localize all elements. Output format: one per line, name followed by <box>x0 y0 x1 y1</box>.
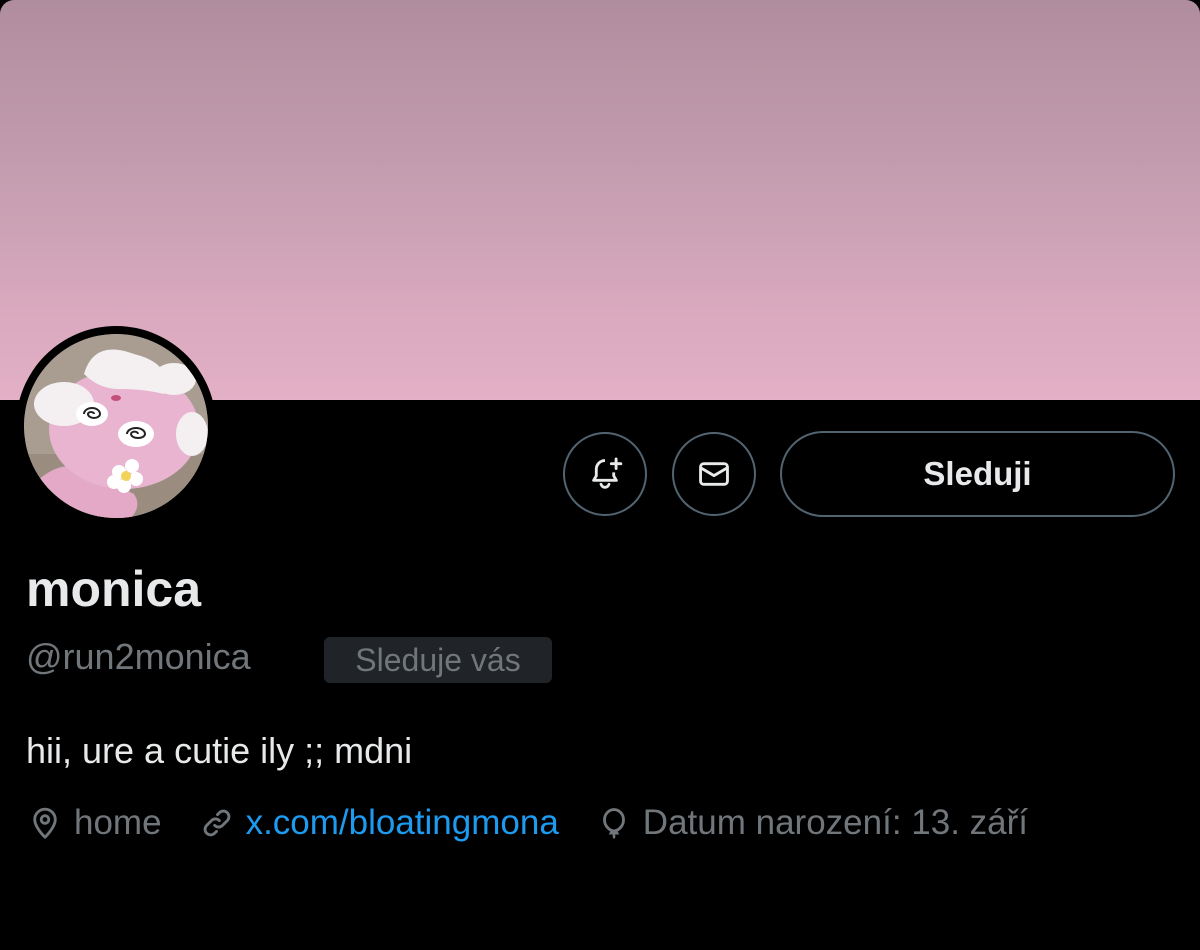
link-icon <box>203 809 230 837</box>
profile-bio: hii, ure a cutie ily ;; mdni <box>26 730 413 771</box>
message-button[interactable] <box>672 432 756 516</box>
birthday-text: Datum narození: 13. září <box>642 803 1028 842</box>
user-handle: @run2monica <box>26 636 251 677</box>
profile-meta: home x.com/bloatingmona Datum narození: … <box>26 800 1064 846</box>
envelope-icon <box>699 462 729 486</box>
avatar-image <box>24 334 208 518</box>
notifications-button[interactable] <box>563 432 647 516</box>
location-item: home <box>26 800 162 846</box>
location-text: home <box>74 803 162 842</box>
website-item[interactable]: x.com/bloatingmona <box>198 800 559 846</box>
following-button[interactable]: Sleduji <box>780 431 1175 517</box>
bell-plus-icon <box>592 457 623 489</box>
follows-you-badge: Sleduje vás <box>324 637 552 683</box>
website-link[interactable]: x.com/bloatingmona <box>246 800 559 846</box>
balloon-icon <box>602 808 625 839</box>
profile-banner[interactable] <box>0 0 1200 400</box>
display-name: monica <box>26 561 202 617</box>
birthday-item: Datum narození: 13. září <box>595 800 1028 846</box>
location-pin-icon <box>33 807 57 839</box>
avatar[interactable] <box>24 334 208 518</box>
